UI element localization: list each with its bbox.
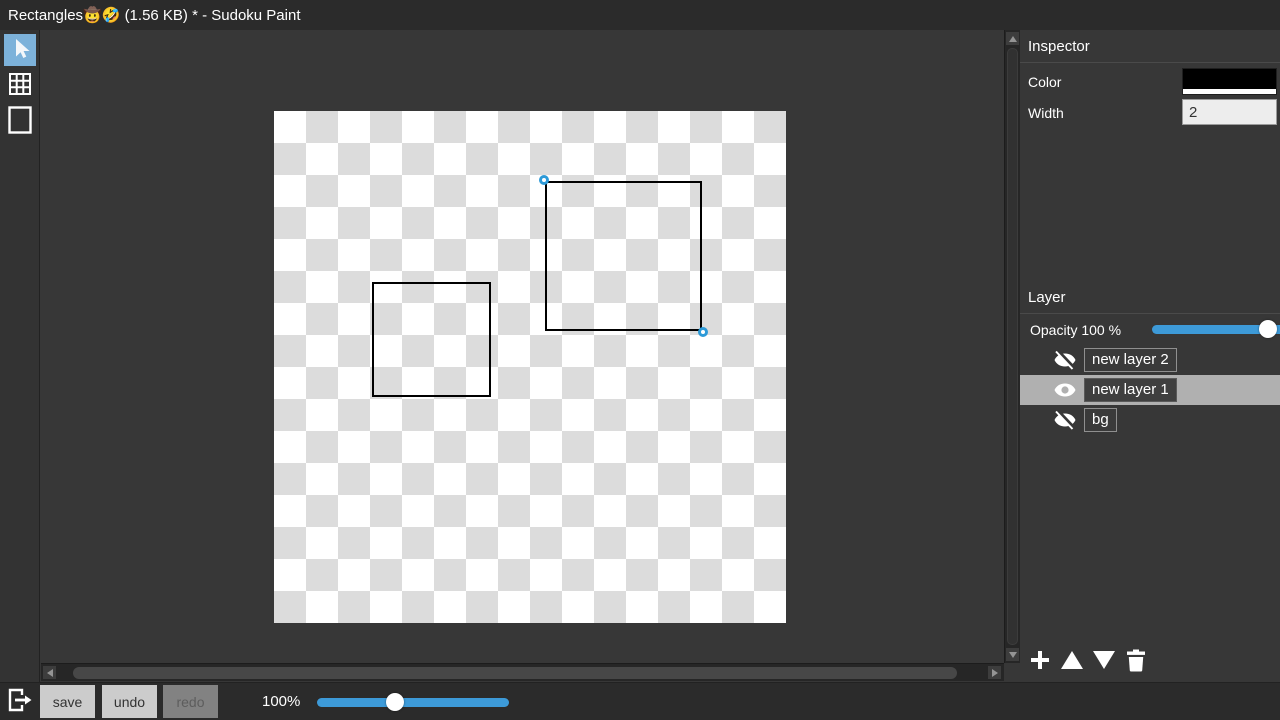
zoom-slider-knob[interactable] [386, 693, 404, 711]
save-button[interactable]: save [40, 685, 95, 718]
left-toolbar [0, 30, 40, 682]
rectangle-shape-1[interactable] [372, 282, 491, 397]
undo-button[interactable]: undo [102, 685, 157, 718]
move-layer-down-icon [1091, 647, 1117, 678]
app-window: Rectangles🤠🤣 (1.56 KB) * - Sudoku Paint [0, 0, 1280, 720]
layer-name-box[interactable]: bg [1084, 408, 1117, 432]
scroll-left-icon [47, 669, 53, 677]
redo-button-disabled[interactable]: redo [163, 685, 218, 718]
layer-actions [1020, 644, 1280, 682]
layer-panel-title: Layer [1020, 281, 1280, 314]
scroll-up-icon [1009, 36, 1017, 42]
delete-layer-button[interactable] [1122, 648, 1150, 676]
grid-tool-button[interactable] [4, 70, 36, 102]
layer-row-new-layer-2[interactable]: new layer 2 [1020, 345, 1280, 375]
add-layer-button[interactable] [1026, 648, 1054, 676]
zoom-level-label: 100% [262, 683, 300, 720]
layer-name-box[interactable]: new layer 1 [1084, 378, 1177, 402]
color-label: Color [1028, 74, 1061, 90]
horizontal-scrollbar-thumb[interactable] [73, 667, 957, 679]
cursor-icon [8, 36, 32, 65]
window-title: Rectangles🤠🤣 (1.56 KB) * - Sudoku Paint [0, 0, 1280, 31]
export-button[interactable] [4, 686, 36, 718]
opacity-label: Opacity 100 % [1030, 322, 1121, 338]
color-swatch-color [1183, 69, 1276, 89]
inspector-title: Inspector [1020, 30, 1280, 63]
layer-row-bg[interactable]: bg [1020, 405, 1280, 435]
color-swatch[interactable] [1182, 68, 1277, 95]
scroll-up-button[interactable] [1006, 32, 1019, 45]
rectangle-tool-button[interactable] [4, 106, 36, 138]
vertical-scrollbar[interactable] [1004, 30, 1020, 663]
delete-layer-icon [1123, 647, 1149, 678]
rectangle-icon [7, 105, 33, 140]
bottom-toolbar: save undo redo 100% [0, 682, 1280, 720]
move-layer-up-icon [1059, 647, 1085, 678]
select-tool-button[interactable] [4, 34, 36, 66]
layer-name-box[interactable]: new layer 2 [1084, 348, 1177, 372]
layer-row-new-layer-1-selected[interactable]: new layer 1 [1020, 375, 1280, 405]
titlebar: Rectangles🤠🤣 (1.56 KB) * - Sudoku Paint [0, 0, 1280, 30]
export-icon [5, 685, 35, 720]
vertical-scrollbar-thumb[interactable] [1007, 48, 1018, 645]
drawing-canvas[interactable] [274, 111, 786, 623]
visibility-off-icon[interactable] [1052, 348, 1078, 372]
resize-handle-top-left[interactable] [539, 175, 549, 185]
rectangle-shape-2-selected[interactable] [545, 181, 702, 331]
zoom-slider[interactable] [317, 698, 509, 707]
visibility-on-icon[interactable] [1052, 378, 1078, 402]
canvas-area [41, 30, 1004, 663]
add-layer-icon [1027, 647, 1053, 678]
visibility-off-icon[interactable] [1052, 408, 1078, 432]
color-swatch-alpha-strip [1183, 89, 1276, 94]
scroll-right-icon [992, 669, 998, 677]
width-input[interactable] [1182, 99, 1277, 125]
right-panel: Inspector Color Width Layer Opacity 100 … [1020, 30, 1280, 682]
opacity-slider-knob[interactable] [1259, 320, 1277, 338]
scroll-down-icon [1009, 652, 1017, 658]
width-label: Width [1028, 105, 1064, 121]
move-layer-down-button[interactable] [1090, 648, 1118, 676]
resize-handle-bottom-right[interactable] [698, 327, 708, 337]
scroll-right-button[interactable] [988, 666, 1001, 679]
grid-icon [7, 71, 33, 102]
move-layer-up-button[interactable] [1058, 648, 1086, 676]
scroll-left-button[interactable] [43, 666, 56, 679]
scroll-down-button[interactable] [1006, 648, 1019, 661]
horizontal-scrollbar[interactable] [41, 663, 1004, 681]
